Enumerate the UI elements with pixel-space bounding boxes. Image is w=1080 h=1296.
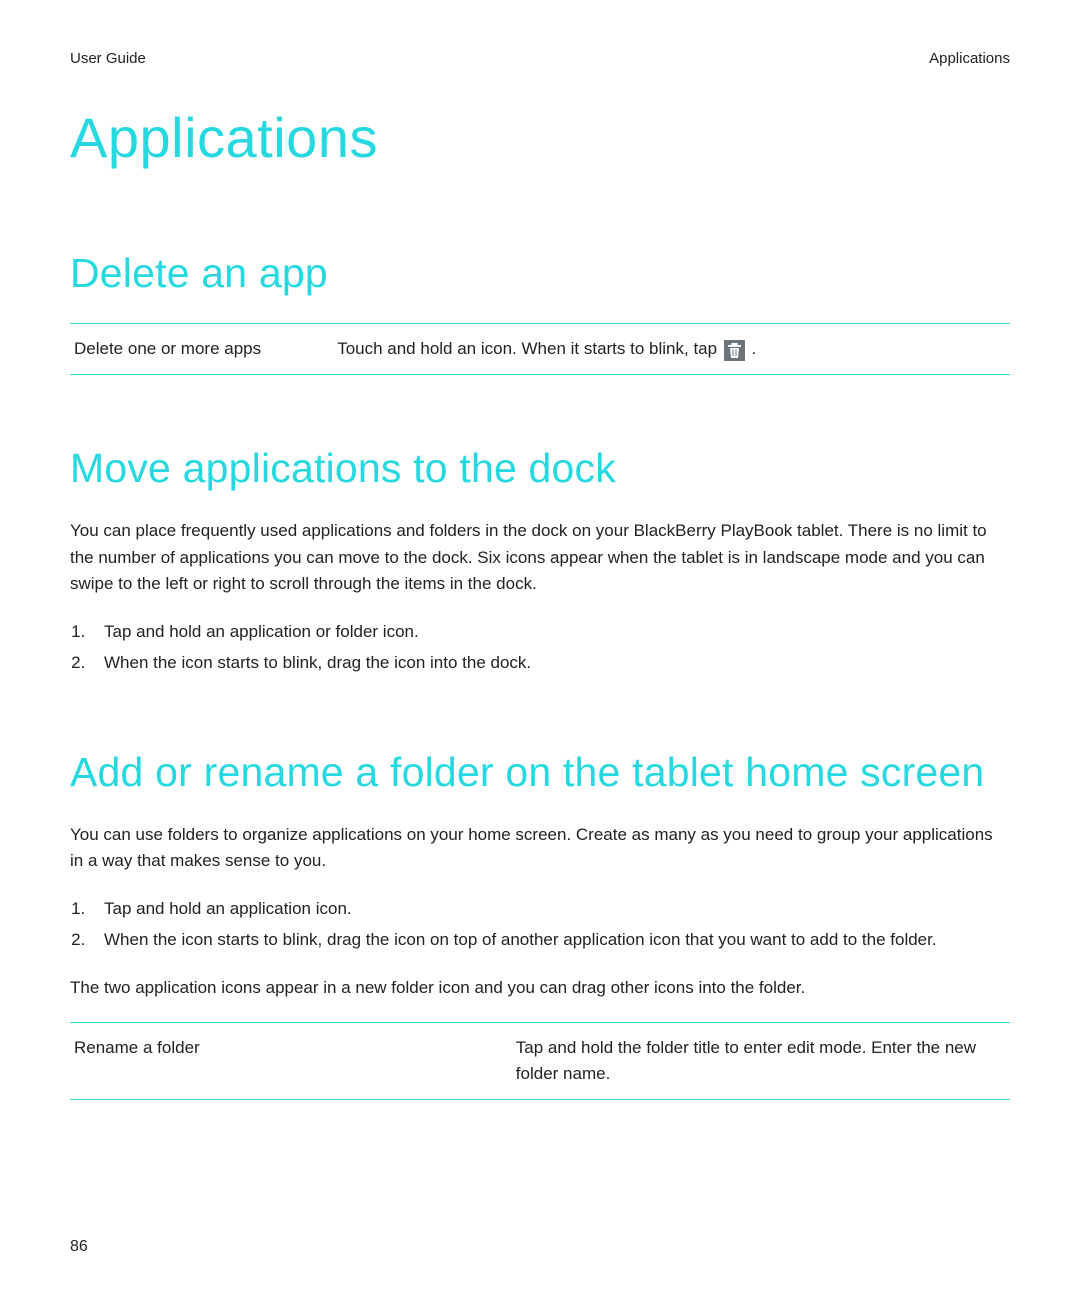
list-item: When the icon starts to blink, drag the …	[90, 648, 1010, 679]
folder-row-value: Tap and hold the folder title to enter e…	[512, 1022, 1010, 1100]
delete-row-value: Touch and hold an icon. When it starts t…	[333, 324, 1010, 375]
move-intro: You can place frequently used applicatio…	[70, 518, 1010, 597]
delete-row-label: Delete one or more apps	[70, 324, 333, 375]
table-row: Delete one or more apps Touch and hold a…	[70, 324, 1010, 375]
list-item: When the icon starts to blink, drag the …	[90, 925, 1010, 956]
document-page: User Guide Applications Applications Del…	[0, 0, 1080, 1296]
move-steps: Tap and hold an application or folder ic…	[70, 617, 1010, 678]
section-heading-folder: Add or rename a folder on the tablet hom…	[70, 749, 1010, 796]
section-heading-move: Move applications to the dock	[70, 445, 1010, 492]
folder-row-label: Rename a folder	[70, 1022, 512, 1100]
list-item: Tap and hold an application icon.	[90, 894, 1010, 925]
page-header: User Guide Applications	[70, 50, 1010, 67]
delete-table: Delete one or more apps Touch and hold a…	[70, 323, 1010, 375]
delete-row-text-after: .	[752, 339, 757, 358]
page-title: Applications	[70, 105, 1010, 170]
folder-after-steps: The two application icons appear in a ne…	[70, 975, 1010, 1001]
header-left: User Guide	[70, 50, 146, 67]
page-number: 86	[70, 1238, 88, 1256]
section-heading-delete: Delete an app	[70, 250, 1010, 297]
folder-intro: You can use folders to organize applicat…	[70, 822, 1010, 875]
header-right: Applications	[929, 50, 1010, 67]
trash-icon	[724, 340, 745, 361]
list-item: Tap and hold an application or folder ic…	[90, 617, 1010, 648]
delete-row-text-before: Touch and hold an icon. When it starts t…	[337, 339, 722, 358]
table-row: Rename a folder Tap and hold the folder …	[70, 1022, 1010, 1100]
folder-steps: Tap and hold an application icon. When t…	[70, 894, 1010, 955]
folder-table: Rename a folder Tap and hold the folder …	[70, 1022, 1010, 1101]
